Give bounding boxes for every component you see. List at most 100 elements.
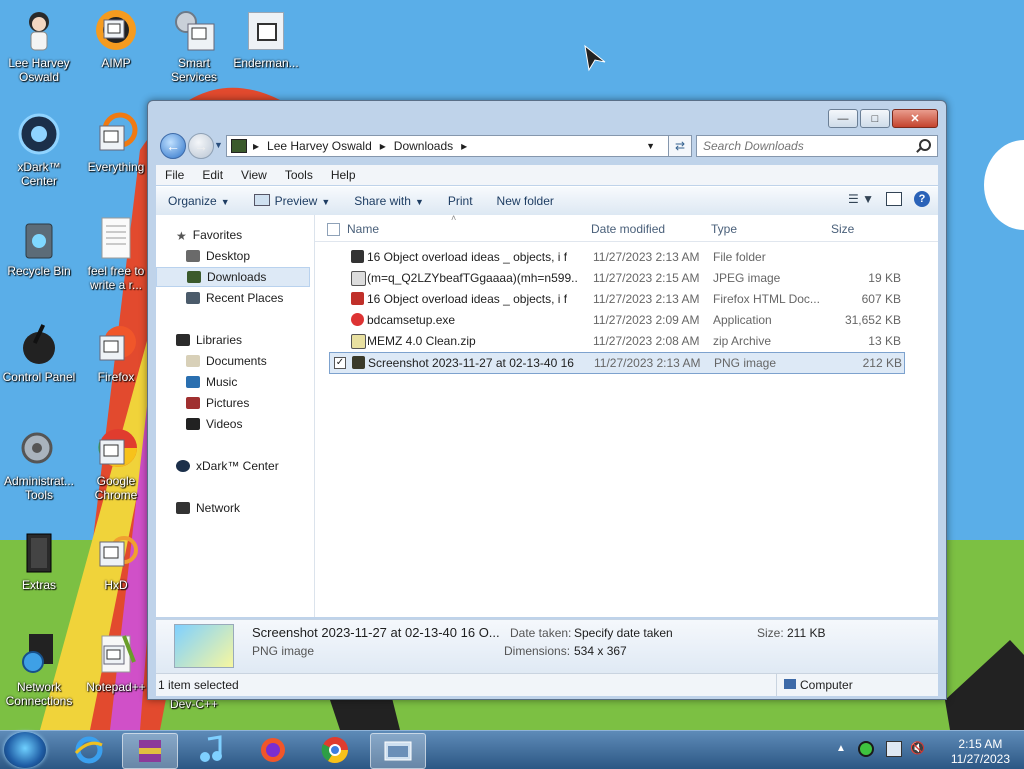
nav-music[interactable]: Music	[186, 372, 237, 392]
folder-icon	[17, 530, 61, 574]
breadcrumb-item-downloads[interactable]: Downloads	[394, 139, 453, 153]
nav-downloads[interactable]: Downloads	[156, 267, 310, 287]
desktop-icon-label: Google Chrome	[94, 474, 138, 502]
desktop-icon-notepadpp[interactable]: Notepad++	[78, 632, 154, 694]
file-name: bdcamsetup.exe	[367, 313, 456, 327]
file-date: 11/27/2023 2:13 AM	[594, 356, 701, 370]
search-input[interactable]	[697, 136, 905, 156]
column-headers: Name ˄ Date modified Type Size	[315, 213, 938, 242]
column-type[interactable]: Type	[711, 222, 737, 236]
desktop-icon-google-chrome[interactable]: Google Chrome	[78, 426, 154, 502]
taskbar-firefox[interactable]	[246, 733, 300, 767]
desktop-icon-label: Control Panel	[2, 370, 76, 384]
desktop-icon-text-file[interactable]: feel free to write a r...	[78, 216, 154, 292]
maximize-button[interactable]: □	[860, 109, 890, 128]
desktop-icon-admin-tools[interactable]: Administrat... Tools	[1, 426, 77, 502]
file-row[interactable]: MEMZ 4.0 Clean.zip 11/27/2023 2:08 AM zi…	[329, 331, 903, 351]
desktop-icon-control-panel[interactable]: Control Panel	[1, 322, 77, 384]
firefox-icon	[94, 322, 138, 366]
select-all-checkbox[interactable]	[327, 223, 340, 236]
taskbar-explorer[interactable]	[370, 733, 426, 769]
menu-help[interactable]: Help	[322, 168, 365, 182]
nav-desktop[interactable]: Desktop	[186, 246, 250, 266]
desktop-icon-extras[interactable]: Extras	[1, 530, 77, 592]
clock-date: 11/27/2023	[950, 752, 1010, 766]
column-size[interactable]: Size	[831, 222, 854, 236]
help-icon[interactable]: ?	[914, 191, 930, 207]
address-bar[interactable]: ▸ Lee Harvey Oswald ▸ Downloads ▸ ▼	[226, 135, 690, 157]
preview-pane-icon[interactable]	[886, 192, 902, 206]
start-button[interactable]	[4, 732, 46, 768]
menu-tools[interactable]: Tools	[276, 168, 322, 182]
nav-label: Network	[196, 501, 241, 515]
tray-status-icon[interactable]	[858, 741, 874, 757]
back-button[interactable]: ←	[160, 133, 186, 159]
file-row[interactable]: (m=q_Q2LZYbeafTGgaaaa)(mh=n599... 11/27/…	[329, 268, 903, 288]
row-checkbox[interactable]: ✓	[334, 357, 346, 369]
nav-recent-places[interactable]: Recent Places	[186, 288, 283, 308]
organize-button[interactable]: Organize ▼	[156, 194, 242, 208]
nav-label: xDark™ Center	[196, 459, 279, 473]
desktop-icon-recycle-bin[interactable]: Recycle Bin	[1, 216, 77, 278]
forward-button[interactable]: →	[188, 133, 214, 159]
chevron-down-icon: ▼	[214, 140, 223, 150]
preview-button[interactable]: Preview ▼	[242, 194, 343, 208]
clock[interactable]: 2:15 AM 11/27/2023	[951, 737, 1010, 767]
nav-favorites[interactable]: ★ Favorites	[176, 225, 242, 245]
desktop-icon-firefox[interactable]: Firefox	[78, 322, 154, 384]
breadcrumb-item-user[interactable]: Lee Harvey Oswald	[267, 139, 372, 153]
view-options-icon[interactable]: ☰ ▼	[848, 192, 874, 206]
nav-libraries[interactable]: Libraries	[176, 330, 242, 350]
close-button[interactable]: ✕	[892, 109, 938, 128]
file-date: 11/27/2023 2:13 AM	[593, 250, 700, 264]
file-row[interactable]: 16 Object overload ideas _ objects, i fa…	[329, 247, 903, 267]
recent-pages-dropdown[interactable]: ▼	[214, 140, 223, 150]
nav-documents[interactable]: Documents	[186, 351, 267, 371]
date-taken-value[interactable]: Specify date taken	[574, 626, 673, 640]
new-folder-button[interactable]: New folder	[485, 194, 566, 208]
desktop-icon-aimp[interactable]: AIMP	[78, 8, 154, 70]
column-date-modified[interactable]: Date modified	[591, 222, 665, 236]
refresh-button[interactable]: ⇄	[668, 135, 692, 157]
desktop-icon-smart-services[interactable]: Smart Services	[156, 8, 232, 84]
desktop-icon-everything[interactable]: Everything	[78, 112, 154, 174]
taskbar-winrar[interactable]	[122, 733, 178, 769]
desktop-icon-hxd[interactable]: HxD	[78, 530, 154, 592]
file-type: JPEG image	[713, 271, 781, 285]
desktop-icon-label: Enderman...	[233, 56, 299, 70]
notepadpp-icon	[94, 632, 138, 676]
details-file-type: PNG image	[252, 644, 315, 658]
file-date: 11/27/2023 2:09 AM	[593, 313, 700, 327]
nav-xdark-center[interactable]: xDark™ Center	[176, 456, 279, 476]
nav-videos[interactable]: Videos	[186, 414, 242, 434]
search-box[interactable]	[696, 135, 938, 157]
desktop-icon-enderman[interactable]: Enderman...	[228, 8, 304, 70]
search-icon[interactable]	[919, 139, 931, 151]
address-dropdown-icon[interactable]: ▼	[646, 141, 655, 151]
file-row[interactable]: 16 Object overload ideas _ objects, i fa…	[329, 289, 903, 309]
menu-bar: File Edit View Tools Help	[156, 165, 938, 185]
print-button[interactable]: Print	[436, 194, 485, 208]
desktop-icon-label: Extras	[21, 578, 56, 592]
libraries-icon	[176, 334, 190, 346]
desktop-icon-xdark-center[interactable]: xDark™ Center	[1, 112, 77, 188]
minimize-button[interactable]: —	[828, 109, 858, 128]
desktop-icon-lee-harvey-oswald[interactable]: Lee Harvey Oswald	[1, 8, 77, 84]
menu-view[interactable]: View	[232, 168, 276, 182]
nav-network[interactable]: Network	[176, 498, 240, 518]
file-row-selected[interactable]: ✓ Screenshot 2023-11-27 at 02-13-40 16 .…	[329, 352, 905, 374]
volume-muted-icon[interactable]: 🔇	[910, 741, 925, 755]
desktop-icon-network-connections[interactable]: Network Connections	[1, 632, 77, 708]
xdark-icon	[17, 112, 61, 156]
taskbar-internet-explorer[interactable]	[62, 733, 116, 767]
share-with-button[interactable]: Share with ▼	[342, 194, 436, 208]
menu-file[interactable]: File	[156, 168, 193, 182]
nav-pictures[interactable]: Pictures	[186, 393, 249, 413]
show-hidden-icons[interactable]: ▲	[836, 743, 846, 754]
taskbar-music-player[interactable]	[184, 733, 238, 767]
network-tray-icon[interactable]	[886, 741, 902, 757]
column-name[interactable]: Name	[347, 222, 379, 236]
taskbar-chrome[interactable]	[308, 733, 362, 767]
menu-edit[interactable]: Edit	[193, 168, 232, 182]
file-row[interactable]: bdcamsetup.exe 11/27/2023 2:09 AM Applic…	[329, 310, 903, 330]
